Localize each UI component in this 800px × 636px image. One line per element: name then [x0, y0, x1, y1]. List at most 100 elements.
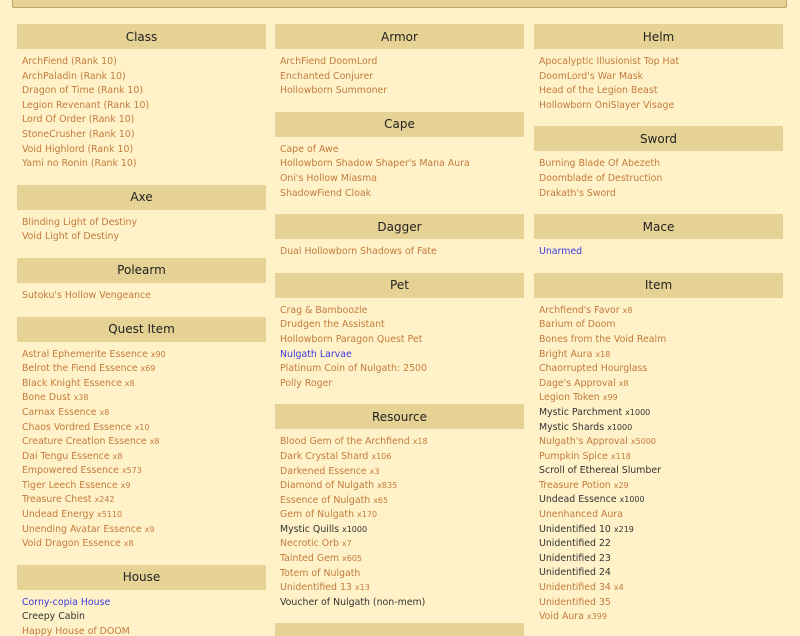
inventory-item-link[interactable]: DoomLord's War Mask	[539, 70, 783, 85]
column-3: Helm Apocalyptic Illusionist Top Hat DoomL…	[534, 24, 783, 636]
inventory-item-link[interactable]: Tiger Leech Essence x9	[22, 479, 266, 494]
inventory-item-link[interactable]: Gem of Nulgath x170	[280, 508, 524, 523]
inventory-item-link[interactable]: Diamond of Nulgath x835	[280, 479, 524, 494]
inventory-item-link[interactable]: Doomblade of Destruction	[539, 172, 783, 187]
inventory-item-link[interactable]: Polly Roger	[280, 377, 524, 392]
item-name: Darkened Essence	[280, 465, 367, 477]
inventory-item-link[interactable]: Voucher of Nulgath (non-mem)	[280, 596, 524, 611]
inventory-item-link[interactable]: Dage's Approval x8	[539, 377, 783, 392]
inventory-item-link[interactable]: Drakath's Sword	[539, 187, 783, 202]
inventory-item-link[interactable]: ArchFiend (Rank 10)	[22, 55, 266, 70]
inventory-item-link[interactable]: Black Knight Essence x8	[22, 377, 266, 392]
inventory-item-link[interactable]: StoneCrusher (Rank 10)	[22, 128, 266, 143]
inventory-item-link[interactable]: Void Light of Destiny	[22, 230, 266, 245]
item-name: Belrot the Fiend Essence	[22, 363, 138, 375]
inventory-item-link[interactable]: Astral Ephemerite Essence x90	[22, 348, 266, 363]
inventory-item-link[interactable]: Unarmed	[539, 245, 783, 260]
inventory-item-link[interactable]: Sutoku's Hollow Vengeance	[22, 289, 266, 304]
inventory-item-link[interactable]: Void Aura x399	[539, 610, 783, 625]
inventory-item-link[interactable]: Undead Essence x1000	[539, 493, 783, 508]
inventory-item-link[interactable]: Unidentified 35	[539, 596, 783, 611]
inventory-item-link[interactable]: Creepy Cabin	[22, 610, 266, 625]
inventory-item-link[interactable]: Carnax Essence x8	[22, 406, 266, 421]
inventory-item-link[interactable]: Bright Aura x18	[539, 348, 783, 363]
inventory-item-link[interactable]: Unidentified 24	[539, 566, 783, 581]
inventory-item-link[interactable]: Treasure Chest x242	[22, 493, 266, 508]
inventory-item-link[interactable]: Archfiend's Favor x8	[539, 304, 783, 319]
item-quantity: x8	[123, 539, 134, 549]
inventory-item-link[interactable]: Dark Crystal Shard x106	[280, 450, 524, 465]
inventory-item-link[interactable]: Enchanted Conjurer	[280, 70, 524, 85]
inventory-item-link[interactable]: Darkened Essence x3	[280, 465, 524, 480]
item-name: Drakath's Sword	[539, 187, 616, 199]
inventory-item-link[interactable]: Mystic Quills x1000	[280, 523, 524, 538]
inventory-item-link[interactable]: Unidentified 34 x4	[539, 581, 783, 596]
inventory-item-link[interactable]: Pumpkin Spice x118	[539, 450, 783, 465]
inventory-item-link[interactable]: Platinum Coin of Nulgath: 2500	[280, 362, 524, 377]
inventory-item-link[interactable]: Chaos Vordred Essence x10	[22, 421, 266, 436]
inventory-item-link[interactable]: Unenhanced Aura	[539, 508, 783, 523]
item-name: Creepy Cabin	[22, 611, 85, 623]
section-header: Armor	[275, 24, 524, 49]
inventory-item-link[interactable]: Hollowborn Shadow Shaper's Mana Aura	[280, 157, 524, 172]
inventory-item-link[interactable]: Yami no Ronin (Rank 10)	[22, 157, 266, 172]
inventory-item-link[interactable]: Hollowborn OniSlayer Visage	[539, 99, 783, 114]
item-name: Nulgath Larvae	[280, 348, 352, 360]
section-header	[275, 623, 524, 636]
inventory-item-link[interactable]: Mystic Shards x1000	[539, 421, 783, 436]
inventory-item-link[interactable]: Oni's Hollow Miasma	[280, 172, 524, 187]
inventory-item-link[interactable]: Dragon of Time (Rank 10)	[22, 84, 266, 99]
inventory-item-link[interactable]: Totem of Nulgath	[280, 567, 524, 582]
inventory-item-link[interactable]: Dai Tengu Essence x8	[22, 450, 266, 465]
inventory-item-link[interactable]: Mystic Parchment x1000	[539, 406, 783, 421]
inventory-item-link[interactable]: Void Highlord (Rank 10)	[22, 143, 266, 158]
inventory-item-link[interactable]: Unidentified 23	[539, 552, 783, 567]
inventory-item-link[interactable]: Head of the Legion Beast	[539, 84, 783, 99]
section-quest-item: Quest Item Astral Ephemerite Essence x90 B…	[17, 316, 266, 552]
inventory-item-link[interactable]: Hollowborn Summoner	[280, 84, 524, 99]
inventory-item-link[interactable]: Barium of Doom	[539, 318, 783, 333]
inventory-item-link[interactable]: Blinding Light of Destiny	[22, 216, 266, 231]
inventory-item-link[interactable]: Unidentified 22	[539, 537, 783, 552]
inventory-item-link[interactable]: Void Dragon Essence x8	[22, 537, 266, 552]
inventory-item-link[interactable]: Bones from the Void Realm	[539, 333, 783, 348]
inventory-item-link[interactable]: Apocalyptic Illusionist Top Hat	[539, 55, 783, 70]
inventory-item-link[interactable]: Lord Of Order (Rank 10)	[22, 113, 266, 128]
inventory-item-link[interactable]: Corny-copia House	[22, 596, 266, 611]
inventory-item-link[interactable]: Unending Avatar Essence x9	[22, 523, 266, 538]
item-list: Burning Blade Of Abezeth Doomblade of Des…	[534, 151, 783, 201]
inventory-item-link[interactable]: Unidentified 13 x13	[280, 581, 524, 596]
inventory-item-link[interactable]: Unidentified 10 x219	[539, 523, 783, 538]
inventory-item-link[interactable]: Essence of Nulgath x65	[280, 494, 524, 509]
inventory-item-link[interactable]: Nulgath's Approval x5000	[539, 435, 783, 450]
inventory-item-link[interactable]: ArchPaladin (Rank 10)	[22, 70, 266, 85]
inventory-item-link[interactable]: Burning Blade Of Abezeth	[539, 157, 783, 172]
inventory-item-link[interactable]: Scroll of Ethereal Slumber	[539, 464, 783, 479]
inventory-item-link[interactable]: Happy House of DOOM	[22, 625, 266, 636]
inventory-item-link[interactable]: Bone Dust x38	[22, 391, 266, 406]
item-name: ArchFiend DoomLord	[280, 56, 378, 67]
inventory-item-link[interactable]: ShadowFiend Cloak	[280, 187, 524, 202]
item-quantity: x8	[99, 407, 110, 417]
inventory-item-link[interactable]: Legion Revenant (Rank 10)	[22, 99, 266, 114]
inventory-item-link[interactable]: Treasure Potion x29	[539, 479, 783, 494]
item-name: Blinding Light of Destiny	[22, 216, 138, 228]
inventory-item-link[interactable]: Cape of Awe	[280, 143, 524, 158]
inventory-item-link[interactable]: Hollowborn Paragon Quest Pet	[280, 333, 524, 348]
inventory-item-link[interactable]: Tainted Gem x605	[280, 552, 524, 567]
inventory-item-link[interactable]: Creature Creation Essence x8	[22, 435, 266, 450]
inventory-item-link[interactable]: Legion Token x99	[539, 391, 783, 406]
inventory-item-link[interactable]: Blood Gem of the Archfiend x18	[280, 435, 524, 450]
inventory-item-link[interactable]: Drudgen the Assistant	[280, 318, 524, 333]
inventory-item-link[interactable]: ArchFiend DoomLord	[280, 55, 524, 70]
item-quantity: x5000	[630, 437, 656, 447]
inventory-item-link[interactable]: Nulgath Larvae	[280, 348, 524, 363]
inventory-item-link[interactable]: Necrotic Orb x7	[280, 537, 524, 552]
inventory-item-link[interactable]: Crag & Bamboozle	[280, 304, 524, 319]
inventory-item-link[interactable]: Undead Energy x5110	[22, 508, 266, 523]
inventory-item-link[interactable]: Empowered Essence x573	[22, 464, 266, 479]
inventory-item-link[interactable]: Chaorrupted Hourglass	[539, 362, 783, 377]
inventory-item-link[interactable]: Dual Hollowborn Shadows of Fate	[280, 245, 524, 260]
item-name: Archfiend's Favor	[539, 304, 620, 316]
inventory-item-link[interactable]: Belrot the Fiend Essence x69	[22, 362, 266, 377]
